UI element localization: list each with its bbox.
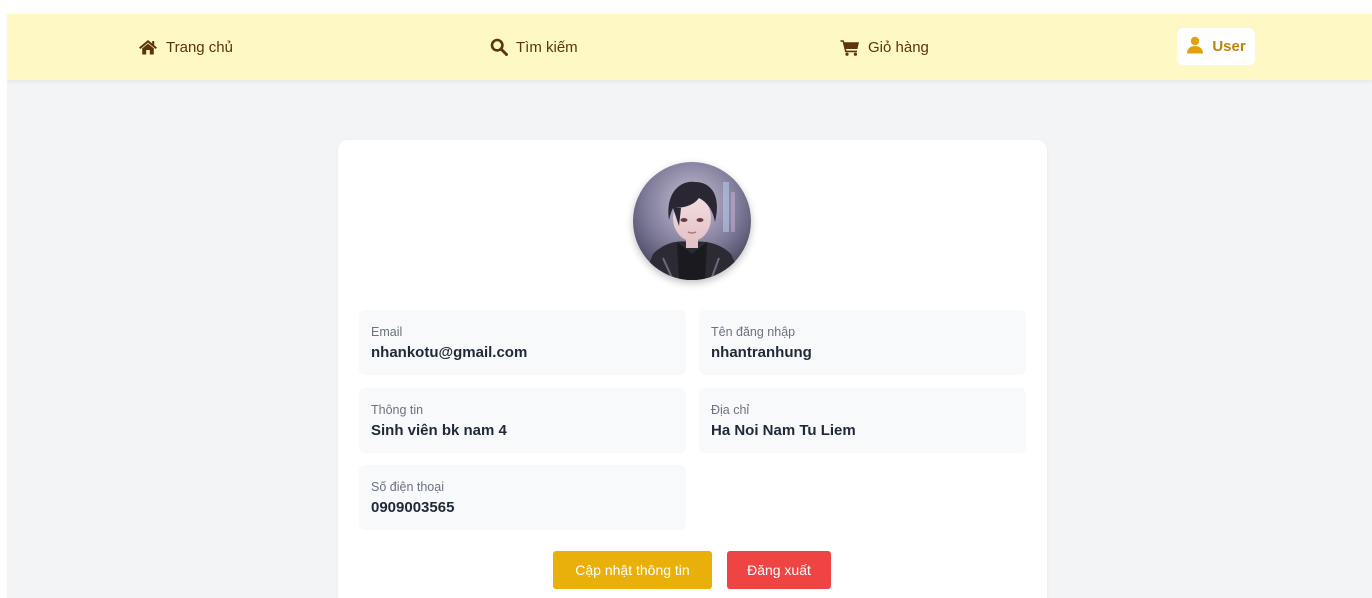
logout-button[interactable]: Đăng xuất bbox=[727, 551, 831, 589]
info-value: Sinh viên bk nam 4 bbox=[371, 422, 507, 439]
top-navbar: Trang chủ Tìm kiếm Giỏ hàng User bbox=[7, 14, 1372, 80]
user-icon bbox=[1186, 36, 1204, 58]
address-label: Địa chỉ bbox=[711, 403, 750, 417]
page: Trang chủ Tìm kiếm Giỏ hàng User Email n… bbox=[0, 0, 1372, 598]
phone-value: 0909003565 bbox=[371, 499, 455, 516]
username-field: Tên đăng nhập nhantranhung bbox=[699, 310, 1026, 375]
profile-card: Email nhankotu@gmail.com Tên đăng nhập n… bbox=[338, 140, 1047, 598]
email-field: Email nhankotu@gmail.com bbox=[359, 310, 686, 375]
nav-search-link[interactable]: Tìm kiếm bbox=[490, 14, 578, 80]
info-field: Thông tin Sinh viên bk nam 4 bbox=[359, 388, 686, 453]
email-label: Email bbox=[371, 325, 403, 339]
avatar bbox=[633, 162, 751, 280]
address-value: Ha Noi Nam Tu Liem bbox=[711, 422, 856, 439]
update-info-button[interactable]: Cập nhật thông tin bbox=[553, 551, 712, 589]
username-value: nhantranhung bbox=[711, 344, 812, 361]
nav-user-label: User bbox=[1212, 38, 1246, 55]
nav-cart-label: Giỏ hàng bbox=[868, 38, 929, 56]
cart-icon bbox=[840, 39, 860, 56]
home-icon bbox=[138, 39, 158, 55]
search-icon bbox=[490, 38, 508, 56]
address-field: Địa chỉ Ha Noi Nam Tu Liem bbox=[699, 388, 1026, 453]
nav-cart-link[interactable]: Giỏ hàng bbox=[840, 14, 929, 80]
phone-field: Số điện thoại 0909003565 bbox=[359, 465, 686, 530]
nav-home-link[interactable]: Trang chủ bbox=[138, 14, 233, 80]
info-label: Thông tin bbox=[371, 403, 424, 417]
nav-home-label: Trang chủ bbox=[166, 38, 233, 56]
phone-label: Số điện thoại bbox=[371, 480, 444, 494]
username-label: Tên đăng nhập bbox=[711, 325, 796, 339]
nav-user-button[interactable]: User bbox=[1177, 28, 1255, 65]
nav-search-label: Tìm kiếm bbox=[516, 38, 578, 56]
email-value: nhankotu@gmail.com bbox=[371, 344, 528, 361]
